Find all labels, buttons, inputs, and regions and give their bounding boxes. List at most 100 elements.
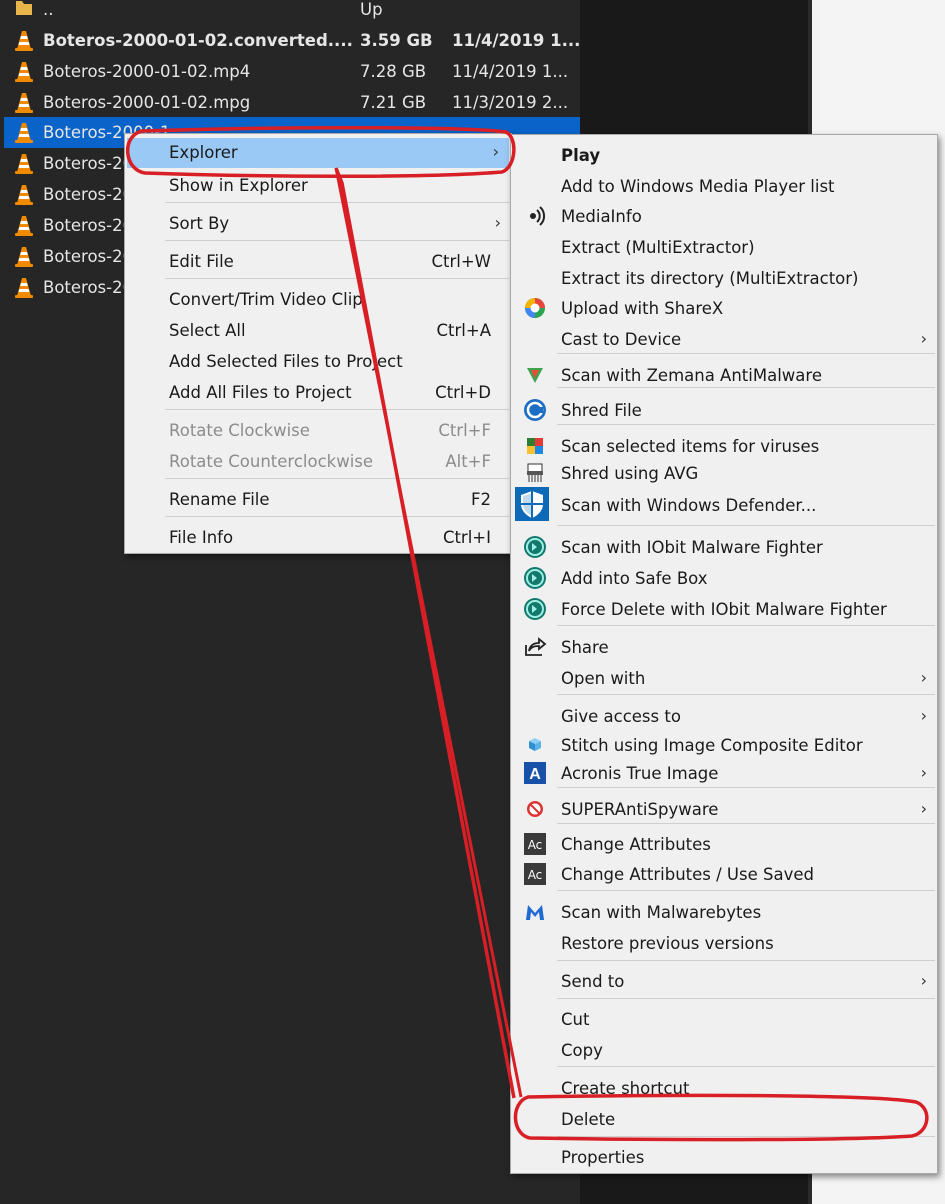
chevron-right-icon: › [920,706,927,725]
shell-item-create-shortcut[interactable]: Create shortcut [511,1074,937,1102]
menu-item-label: Shred using AVG [561,464,699,483]
file-name: Boteros-2000-01-02.converted.... [43,31,353,50]
shell-item-extract-multiextractor[interactable]: Extract (MultiExtractor) [511,233,937,261]
shell-item-restore-previous-versions[interactable]: Restore previous versions [511,929,937,957]
iobit-icon [523,597,547,621]
attributes-icon: Ac [523,832,547,856]
menu-separator [557,998,935,999]
menu-item-show-in-explorer[interactable]: Show in Explorer [125,171,511,199]
menu-separator [557,1066,935,1067]
shell-item-cast-to-device[interactable]: Cast to Device › [511,325,937,353]
shell-item-change-attributes[interactable]: Ac Change Attributes [511,830,937,858]
acronis-icon: A [523,761,547,785]
shell-item-send-to[interactable]: Send to › [511,967,937,995]
menu-item-label: Give access to [561,707,681,726]
shell-item-scan-with-windows-defender[interactable]: Scan with Windows Defender... [511,487,937,521]
shell-item-play[interactable]: Play [511,141,937,169]
svg-text:Ac: Ac [528,868,543,882]
menu-item-label: Explorer [169,143,238,162]
menu-item-edit-file[interactable]: Edit File Ctrl+W [125,247,511,275]
chevron-right-icon: › [920,763,927,782]
shell-item-superantispyware[interactable]: SUPERAntiSpyware › [511,795,937,823]
menu-item-select-all[interactable]: Select All Ctrl+A [125,316,511,344]
menu-item-label: Upload with ShareX [561,299,724,318]
menu-item-label: Properties [561,1148,645,1167]
shell-item-add-to-windows-media-player-list[interactable]: Add to Windows Media Player list [511,172,937,200]
svg-text:Ac: Ac [528,838,543,852]
menu-item-label: Cut [561,1010,590,1029]
shell-item-extract-its-directory-multiextractor[interactable]: Extract its directory (MultiExtractor) [511,264,937,292]
menu-item-label: Rename File [169,490,270,509]
shell-item-scan-with-iobit-malware-fighter[interactable]: Scan with IObit Malware Fighter [511,533,937,561]
shell-item-share[interactable]: Share [511,633,937,661]
menu-item-rotate-counterclockwise[interactable]: Rotate Counterclockwise Alt+F [125,447,511,475]
menu-separator [165,409,509,410]
menu-item-file-info[interactable]: File Info Ctrl+I [125,523,511,551]
menu-item-label: File Info [169,528,234,547]
menu-item-label: Open with [561,669,646,688]
zemana-icon [523,363,547,387]
file-row[interactable]: Boteros-2000-01-02.mp4 7.28 GB 11/4/2019 1… [0,56,580,87]
menu-item-shortcut: F2 [471,490,491,509]
shell-item-upload-with-sharex[interactable]: Upload with ShareX [511,294,937,322]
vlc-file-icon [14,122,34,144]
menu-item-label: Copy [561,1041,603,1060]
file-row[interactable]: Boteros-2000-01-02.mpg 7.21 GB 11/3/2019 2… [0,87,580,118]
shredder-icon [523,461,547,485]
chevron-right-icon: › [492,142,499,161]
shell-item-mediainfo[interactable]: MediaInfo [511,202,937,230]
menu-item-label: Select All [169,321,246,340]
vlc-file-icon [14,215,34,237]
shell-item-force-delete-with-iobit-malware-fighter[interactable]: Force Delete with IObit Malware Fighter [511,595,937,623]
file-date: 11/4/2019 1... [452,31,581,50]
menu-separator [557,823,935,824]
chevron-right-icon: › [920,668,927,687]
shell-item-acronis-true-image[interactable]: A Acronis True Image › [511,759,937,787]
superantispyware-icon [523,797,547,821]
menu-item-label: Sort By [169,214,230,233]
svg-text:A: A [529,766,541,783]
shell-item-delete[interactable]: Delete [511,1105,937,1133]
menu-item-add-all-files-to-project[interactable]: Add All Files to Project Ctrl+D [125,378,511,406]
menu-separator [557,625,935,626]
menu-item-label: Scan with IObit Malware Fighter [561,538,823,557]
menu-item-label: Cast to Device [561,330,682,349]
shell-item-open-with[interactable]: Open with › [511,664,937,692]
shell-item-stitch-using-image-composite-editor[interactable]: Stitch using Image Composite Editor [511,731,937,759]
menu-item-shortcut: Ctrl+W [431,252,492,271]
menu-item-label: Share [561,638,609,657]
menu-item-label: Create shortcut [561,1079,690,1098]
menu-item-label: Extract its directory (MultiExtractor) [561,269,859,288]
shell-item-copy[interactable]: Copy [511,1036,937,1064]
vlc-file-icon [14,61,34,83]
menu-item-label: Edit File [169,252,234,271]
menu-item-rename-file[interactable]: Rename File F2 [125,485,511,513]
menu-item-explorer[interactable]: Explorer › [127,138,509,168]
parent-folder-row[interactable]: .. Up [0,0,580,25]
file-name: Boteros-20 [43,154,134,173]
menu-item-label: Rotate Clockwise [169,421,310,440]
shell-item-change-attributes-use-saved[interactable]: Ac Change Attributes / Use Saved [511,860,937,888]
menu-separator [557,890,935,891]
shell-item-properties[interactable]: Properties [511,1143,937,1171]
ice-cube-icon [523,733,547,757]
menu-item-convert-trim-video-clip[interactable]: Convert/Trim Video Clip [125,285,511,313]
file-name: Boteros-2000-01-02.mp4 [43,62,251,81]
shell-item-scan-selected-items-for-viruses[interactable]: Scan selected items for viruses [511,432,937,460]
shell-item-cut[interactable]: Cut [511,1005,937,1033]
menu-item-add-selected-files-to-project[interactable]: Add Selected Files to Project [125,347,511,375]
shell-item-scan-with-zemana-antimalware[interactable]: Scan with Zemana AntiMalware [511,361,937,389]
shell-item-shred-using-avg[interactable]: Shred using AVG [511,459,937,487]
shell-item-shred-file[interactable]: Shred File [511,396,937,424]
menu-item-sort-by[interactable]: Sort By › [125,209,511,237]
menu-item-label: Convert/Trim Video Clip [169,290,363,309]
file-name: .. [43,0,54,19]
shell-item-add-into-safe-box[interactable]: Add into Safe Box [511,564,937,592]
shell-item-scan-with-malwarebytes[interactable]: Scan with Malwarebytes [511,898,937,926]
shell-item-give-access-to[interactable]: Give access to › [511,702,937,730]
menu-item-rotate-clockwise[interactable]: Rotate Clockwise Ctrl+F [125,416,511,444]
menu-item-label: Acronis True Image [561,764,719,783]
vlc-file-icon [14,30,34,52]
file-row[interactable]: Boteros-2000-01-02.converted.... 3.59 GB 1… [0,25,580,56]
menu-item-label: SUPERAntiSpyware [561,800,719,819]
